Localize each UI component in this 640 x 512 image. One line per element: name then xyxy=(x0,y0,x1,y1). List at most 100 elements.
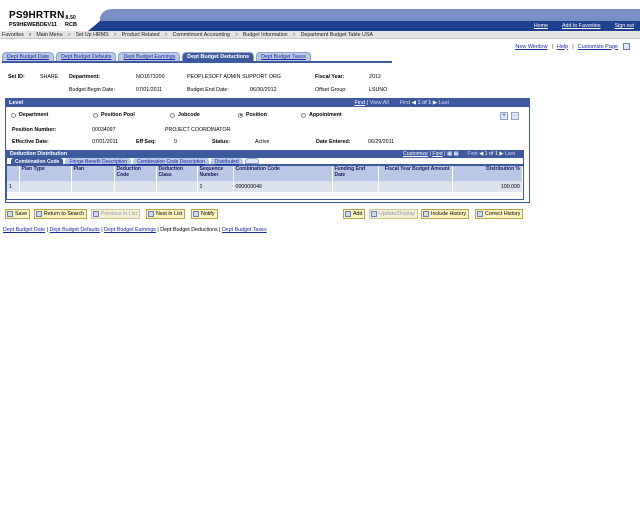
level-find-link[interactable]: Find xyxy=(354,100,365,106)
next-in-list-button[interactable]: Next in List xyxy=(146,209,186,219)
update-display-button[interactable]: Update/Display xyxy=(369,209,418,219)
tab-dept-budget-earnings[interactable]: Dept Budget Earnings xyxy=(118,52,181,61)
menu-budget-information[interactable]: Budget Information xyxy=(243,32,288,38)
return-icon xyxy=(36,211,42,217)
budget-end-value: 06/30/2012 xyxy=(250,87,277,93)
menu-main[interactable]: Main Menu xyxy=(36,32,62,38)
budget-end-label: Budget End Date: xyxy=(187,87,229,93)
department-value: NO1673200 xyxy=(136,74,165,80)
level-view-all-link[interactable]: View All xyxy=(370,100,389,106)
footer-link-dept-budget-date[interactable]: Dept Budget Date xyxy=(3,227,45,233)
eff-seq-label: Eff Seq: xyxy=(136,139,157,145)
radio-position[interactable]: Position xyxy=(238,112,301,118)
col-row-num xyxy=(7,166,20,181)
cell-deduction-class xyxy=(156,181,198,192)
col-fiscal-year-budget-amount: Fiscal Year Budget Amount xyxy=(378,166,453,181)
cell-sequence-number: 1 xyxy=(197,181,234,192)
tab-dept-budget-date[interactable]: Dept Budget Date xyxy=(2,52,55,61)
setid-value: SHARE xyxy=(40,74,59,80)
dist-count: 1 of 1 xyxy=(484,151,498,157)
dist-customize-link[interactable]: Customize xyxy=(403,151,428,157)
level-last-link[interactable]: Last xyxy=(439,100,449,106)
dist-subtabs: Combination Code Fringe Benefit Descript… xyxy=(7,158,523,166)
menu-favorites[interactable]: Favorites xyxy=(2,32,24,38)
dist-find-link[interactable]: Find xyxy=(432,151,442,157)
position-title: PROJECT COORDINATOR xyxy=(165,127,231,133)
menu-commitment-accounting[interactable]: Commitment Accounting xyxy=(173,32,230,38)
subtab-distributed[interactable]: Distributed xyxy=(210,158,243,165)
show-all-columns-icon[interactable] xyxy=(244,158,259,164)
footer-link-dept-budget-deductions: Dept Budget Deductions xyxy=(160,227,218,233)
previous-in-list-button[interactable]: Previous in List xyxy=(91,209,140,219)
menu-dept-budget-table[interactable]: Department Budget Table USA xyxy=(301,32,373,38)
sign-out-link[interactable]: Sign out xyxy=(615,23,634,29)
footer-link-dept-budget-taxes[interactable]: Dept Budget Taxes xyxy=(222,227,267,233)
dist-first-link[interactable]: First xyxy=(467,151,477,157)
status-label: Status: xyxy=(212,139,230,145)
budget-begin-label: Budget Begin Date: xyxy=(69,87,115,93)
radio-appointment[interactable]: Appointment xyxy=(301,112,342,118)
radio-jobcode[interactable]: Jobcode xyxy=(170,112,238,118)
subtab-combination-code-description[interactable]: Combination Code Description xyxy=(132,158,209,165)
col-funding-end-date: Funding End Date xyxy=(332,166,379,181)
new-window-link[interactable]: New Window xyxy=(515,44,547,50)
dist-next-icon[interactable]: ▶ xyxy=(499,151,503,157)
correct-history-button[interactable]: Correct History xyxy=(475,209,524,219)
next-icon xyxy=(148,211,154,217)
radio-position-pool[interactable]: Position Pool xyxy=(93,112,170,118)
menu-setup-hrms[interactable]: Set Up HRMS xyxy=(75,32,108,38)
fiscal-year-label: Fiscal Year: xyxy=(315,74,345,80)
tab-dept-budget-taxes[interactable]: Dept Budget Taxes xyxy=(256,52,311,61)
deduction-distribution-header: Deduction Distribution Customize | Find … xyxy=(7,151,523,158)
position-number-value: 00034097 xyxy=(92,127,116,133)
menu-product-related[interactable]: Product Related xyxy=(122,32,160,38)
delete-row-icon[interactable]: − xyxy=(511,112,519,120)
subtab-combination-code[interactable]: Combination Code xyxy=(11,158,64,165)
dist-last-link[interactable]: Last xyxy=(505,151,515,157)
add-favorites-link[interactable]: Add to Favorites xyxy=(562,23,601,29)
correct-history-icon xyxy=(477,211,483,217)
notify-button[interactable]: Notify xyxy=(191,209,218,219)
tab-dept-budget-defaults[interactable]: Dept Budget Defaults xyxy=(56,52,117,61)
page-help-icon[interactable] xyxy=(623,43,630,50)
department-label: Department: xyxy=(69,74,101,80)
dist-prev-icon[interactable]: ◀ xyxy=(479,151,483,157)
tab-dept-budget-deductions[interactable]: Dept Budget Deductions xyxy=(182,52,255,61)
level-header: Level Find | View All First ◀ 1 of 1 ▶ L… xyxy=(6,99,529,107)
col-deduction-code: Deduction Code xyxy=(114,166,157,181)
col-plan-type: Plan Type xyxy=(19,166,72,181)
page-links: New Window | Help | Customize Page xyxy=(515,43,630,50)
include-history-button[interactable]: Include History xyxy=(421,209,470,219)
level-count: 1 of 1 xyxy=(417,100,432,106)
distribution-grid: Plan Type Plan Deduction Code Deduction … xyxy=(7,166,523,192)
level-first-link[interactable]: First xyxy=(400,100,411,106)
save-button[interactable]: Save xyxy=(5,209,31,219)
level-prev-icon[interactable]: ◀ xyxy=(412,100,416,106)
subtab-fringe-benefit-description[interactable]: Fringe Benefit Description xyxy=(65,158,131,165)
cell-row-num: 1 xyxy=(7,181,20,192)
app-title: PS9HRTRN8.50 xyxy=(9,10,77,21)
dist-view-icon[interactable]: ▦ xyxy=(447,151,452,157)
return-to-search-button[interactable]: Return to Search xyxy=(34,209,88,219)
add-row-icon[interactable]: + xyxy=(500,112,508,120)
date-entered-label: Date Entered: xyxy=(316,139,351,145)
help-link[interactable]: Help xyxy=(557,44,568,50)
save-icon xyxy=(7,211,13,217)
banner: PS9HRTRN8.50 PS9HEWEBDEV11 RCB Home Add t… xyxy=(0,0,640,32)
home-link[interactable]: Home xyxy=(534,23,548,29)
banner-bar xyxy=(100,9,640,21)
level-options: Department Position Pool Jobcode Positio… xyxy=(11,112,342,118)
add-icon xyxy=(345,211,351,217)
eff-seq-value: 0 xyxy=(174,139,177,145)
cell-deduction-code xyxy=(114,181,157,192)
level-next-icon[interactable]: ▶ xyxy=(433,100,437,106)
date-entered-value: 06/29/2011 xyxy=(368,139,395,145)
footer-link-dept-budget-earnings[interactable]: Dept Budget Earnings xyxy=(104,227,156,233)
customize-page-link[interactable]: Customize Page xyxy=(578,44,618,50)
add-button[interactable]: Add xyxy=(343,209,366,219)
radio-department[interactable]: Department xyxy=(11,112,93,118)
server-info: PS9HEWEBDEV11 RCB xyxy=(9,22,77,28)
cell-distribution-pct: 100.000 xyxy=(452,181,523,192)
dist-download-icon[interactable]: ▦ xyxy=(453,151,458,157)
footer-link-dept-budget-defaults[interactable]: Dept Budget Defaults xyxy=(49,227,99,233)
